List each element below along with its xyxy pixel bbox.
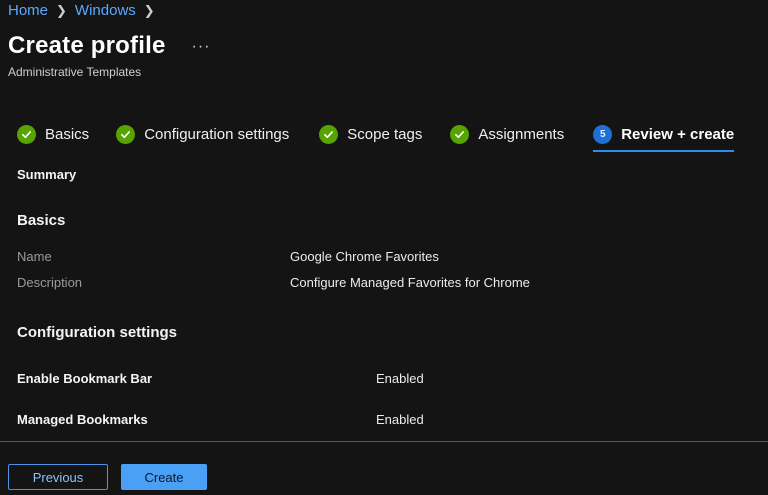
basics-heading: Basics (17, 212, 66, 229)
tab-basics[interactable]: Basics (17, 120, 89, 148)
tab-label: Configuration settings (144, 125, 290, 143)
enable-bookmark-bar-value: Enabled (376, 371, 424, 386)
enable-bookmark-bar-key: Enable Bookmark Bar (17, 371, 153, 386)
breadcrumb-windows-link[interactable]: Windows (75, 2, 136, 19)
check-circle-icon (17, 124, 36, 144)
previous-button[interactable]: Previous (8, 464, 108, 490)
check-circle-icon (319, 124, 339, 144)
breadcrumb-home-link[interactable]: Home (8, 2, 48, 19)
check-circle-icon (116, 124, 136, 144)
check-circle-icon (450, 124, 470, 144)
configuration-heading: Configuration settings (17, 324, 177, 341)
managed-bookmarks-value: Enabled (376, 412, 424, 427)
chevron-right-icon: ❯ (56, 2, 67, 18)
managed-bookmarks-key: Managed Bookmarks (17, 412, 148, 427)
tab-scope-tags[interactable]: Scope tags (319, 120, 422, 148)
tab-label: Basics (45, 125, 90, 143)
wizard-steps: Basics Configuration settings Scope tags… (17, 120, 735, 152)
breadcrumb: Home ❯ Windows ❯ (8, 2, 155, 19)
tab-assignments[interactable]: Assignments (450, 120, 564, 148)
tab-review-create[interactable]: 5 Review + create (593, 120, 735, 152)
create-profile-page: Home ❯ Windows ❯ Create profile ··· Admi… (0, 0, 768, 495)
chevron-right-icon: ❯ (143, 2, 155, 18)
description-value: Configure Managed Favorites for Chrome (290, 275, 530, 290)
tab-configuration-settings[interactable]: Configuration settings (116, 120, 289, 148)
summary-label: Summary (17, 167, 77, 182)
name-key: Name (17, 249, 52, 264)
page-title: Create profile (8, 32, 166, 59)
tab-label: Assignments (478, 125, 565, 143)
footer-divider (0, 441, 768, 442)
step-number-badge: 5 (593, 124, 613, 144)
description-key: Description (17, 275, 83, 290)
create-button[interactable]: Create (121, 464, 207, 490)
tab-label: Scope tags (347, 125, 423, 143)
more-options-button[interactable]: ··· (192, 38, 211, 56)
tab-label: Review + create (621, 125, 735, 143)
title-row: Create profile ··· (8, 32, 211, 60)
name-value: Google Chrome Favorites (290, 249, 439, 264)
page-subtitle: Administrative Templates (8, 65, 142, 79)
